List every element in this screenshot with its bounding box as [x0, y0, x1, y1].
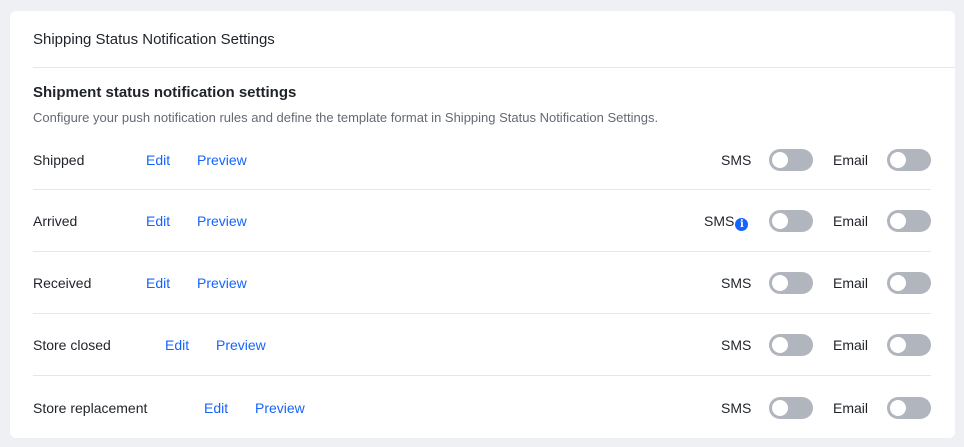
preview-link[interactable]: Preview	[197, 151, 247, 169]
sms-label: SMS	[721, 337, 752, 353]
notification-row-store-replacement: Store replacement Edit Preview SMS Email	[33, 376, 931, 438]
email-label: Email	[833, 400, 869, 416]
row-label: Arrived	[33, 213, 78, 229]
sms-label: SMS	[704, 213, 735, 229]
toggle-knob	[772, 152, 788, 168]
section-description: Configure your push notification rules a…	[33, 110, 659, 125]
email-toggle[interactable]	[887, 149, 931, 171]
sms-label: SMS	[721, 275, 752, 291]
edit-link[interactable]: Edit	[165, 336, 189, 354]
sms-toggle[interactable]	[769, 334, 813, 356]
section-title: Shipment status notification settings	[33, 84, 297, 101]
email-toggle[interactable]	[887, 334, 931, 356]
preview-link[interactable]: Preview	[197, 212, 247, 230]
edit-link[interactable]: Edit	[146, 151, 170, 169]
notification-rows: Shipped Edit Preview SMS Email Arrived E…	[33, 128, 931, 438]
email-toggle[interactable]	[887, 397, 931, 419]
page-title: Shipping Status Notification Settings	[33, 31, 275, 48]
row-label: Store replacement	[33, 400, 148, 416]
toggle-knob	[772, 275, 788, 291]
email-label: Email	[833, 213, 869, 229]
edit-link[interactable]: Edit	[146, 274, 170, 292]
row-label: Shipped	[33, 152, 85, 168]
sms-toggle[interactable]	[769, 272, 813, 294]
email-label: Email	[833, 152, 869, 168]
sms-toggle[interactable]	[769, 397, 813, 419]
toggle-knob	[772, 400, 788, 416]
sms-toggle[interactable]	[769, 149, 813, 171]
toggle-knob	[890, 337, 906, 353]
sms-toggle[interactable]	[769, 210, 813, 232]
preview-link[interactable]: Preview	[197, 274, 247, 292]
toggle-knob	[890, 400, 906, 416]
row-label: Received	[33, 275, 92, 291]
notification-row-received: Received Edit Preview SMS Email	[33, 252, 931, 314]
toggle-knob	[890, 213, 906, 229]
settings-card: Shipping Status Notification Settings Sh…	[10, 11, 955, 438]
toggle-knob	[772, 213, 788, 229]
edit-link[interactable]: Edit	[204, 399, 228, 417]
notification-row-arrived: Arrived Edit Preview SMS i Email	[33, 190, 931, 252]
preview-link[interactable]: Preview	[255, 399, 305, 417]
email-toggle[interactable]	[887, 210, 931, 232]
card-header: Shipping Status Notification Settings	[33, 11, 955, 68]
row-label: Store closed	[33, 337, 111, 353]
toggle-knob	[772, 337, 788, 353]
notification-row-shipped: Shipped Edit Preview SMS Email	[33, 128, 931, 190]
preview-link[interactable]: Preview	[216, 336, 266, 354]
notification-row-store-closed: Store closed Edit Preview SMS Email	[33, 314, 931, 376]
sms-label: SMS	[721, 152, 752, 168]
info-icon[interactable]: i	[735, 218, 749, 231]
edit-link[interactable]: Edit	[146, 212, 170, 230]
toggle-knob	[890, 275, 906, 291]
email-label: Email	[833, 337, 869, 353]
toggle-knob	[890, 152, 906, 168]
sms-label: SMS	[721, 400, 752, 416]
email-label: Email	[833, 275, 869, 291]
sms-label-with-info: SMS i	[704, 212, 749, 231]
email-toggle[interactable]	[887, 272, 931, 294]
